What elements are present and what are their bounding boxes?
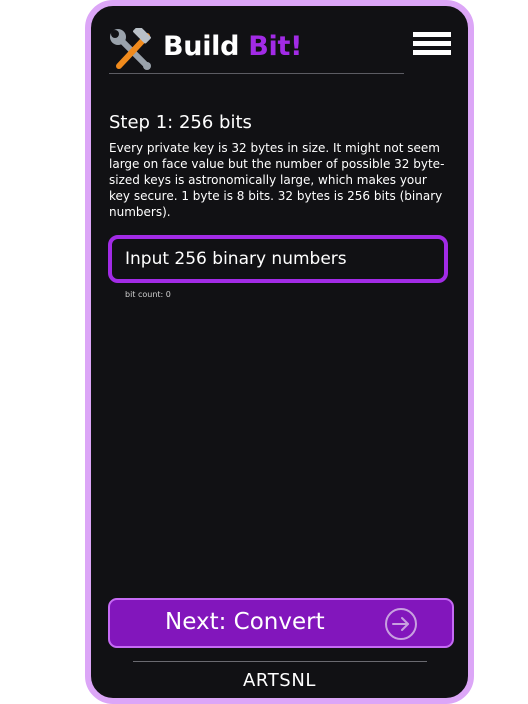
next-button-label: Next: Convert: [165, 609, 325, 635]
footer-brand[interactable]: ARTSNL: [91, 670, 468, 691]
bit-count-label: bit count: 0: [125, 290, 171, 299]
brand-build: Build: [163, 31, 249, 62]
app-header: Build Bit!: [109, 24, 404, 74]
brand-bit: Bit!: [248, 31, 303, 62]
binary-input[interactable]: [108, 235, 448, 283]
hamburger-menu-button[interactable]: [413, 32, 453, 62]
step-description: Every private key is 32 bytes in size. I…: [109, 141, 445, 219]
step-title: Step 1: 256 bits: [109, 112, 252, 133]
hamburger-menu-icon-line: [413, 50, 451, 55]
hamburger-menu-icon-line: [413, 41, 451, 46]
phone-frame: Build Bit! Step 1: 256 bits Every privat…: [85, 0, 474, 704]
circle-arrow-right-icon: [385, 608, 417, 640]
next-convert-button[interactable]: Next: Convert: [108, 598, 454, 648]
footer-divider: [133, 661, 427, 662]
hammer-and-wrench-icon: [110, 28, 151, 70]
app-brand[interactable]: Build Bit!: [163, 31, 302, 62]
hamburger-menu-icon: [413, 32, 451, 37]
